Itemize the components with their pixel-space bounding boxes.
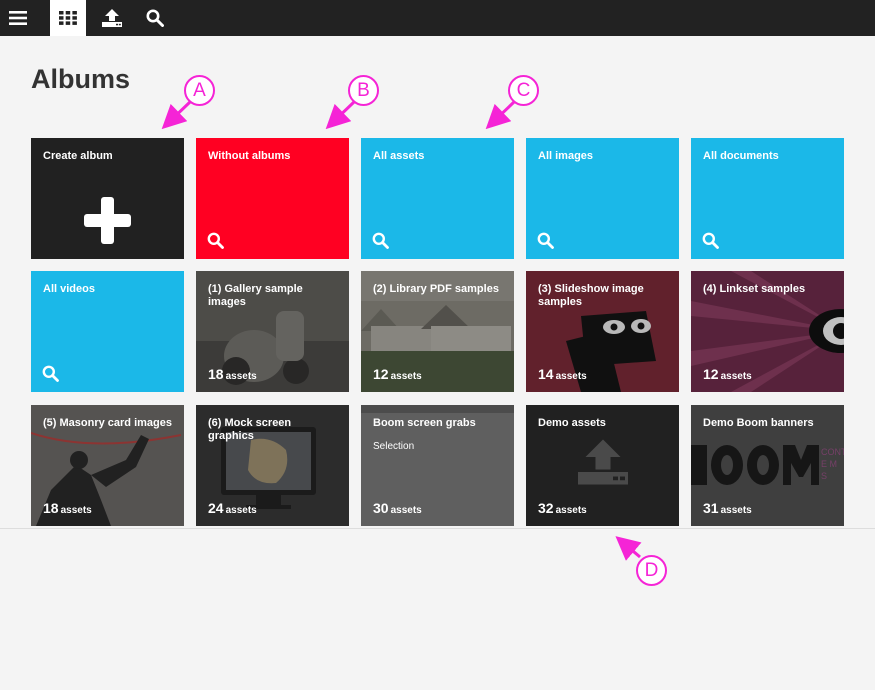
grid-icon: [59, 11, 77, 25]
plus-icon: [84, 197, 131, 244]
page-title: Albums: [31, 64, 131, 94]
tile-title: Boom screen grabs: [373, 417, 476, 429]
callout-arrow-b: [325, 100, 356, 130]
tile-title: All videos: [43, 283, 95, 295]
asset-count: 30 assets: [373, 500, 422, 516]
search-icon: [146, 9, 164, 27]
search-button[interactable]: [137, 0, 173, 36]
callout-arrow-c: [485, 100, 516, 130]
callout-d: D: [636, 555, 667, 586]
menu-button[interactable]: [0, 0, 36, 36]
asset-count: 31 assets: [703, 500, 752, 516]
all-videos-tile[interactable]: All videos: [31, 271, 184, 392]
tile-title: (2) Library PDF samples: [373, 283, 499, 295]
asset-count: 32 assets: [538, 500, 587, 516]
asset-count: 18 assets: [43, 500, 92, 516]
create-album-tile[interactable]: Create album: [31, 138, 184, 259]
search-icon: [372, 232, 389, 249]
all-documents-tile[interactable]: All documents: [691, 138, 844, 259]
album-tile-linkset-samples[interactable]: (4) Linkset samples 12 assets: [691, 271, 844, 392]
asset-count: 18 assets: [208, 366, 257, 382]
album-tile-demo-boom-banners[interactable]: CONT E M S Demo Boom banners 31 assets: [691, 405, 844, 526]
upload-icon: [102, 9, 122, 27]
callout-a: A: [184, 75, 215, 106]
menu-icon: [9, 11, 27, 25]
tile-title: (1) Gallery sample images: [208, 283, 303, 308]
upload-icon: [578, 439, 628, 485]
tile-title: (5) Masonry card images: [43, 417, 172, 429]
asset-count: 12 assets: [703, 366, 752, 382]
callout-arrow-d: [615, 536, 642, 561]
album-tile-masonry-card-images[interactable]: (5) Masonry card images 18 assets: [31, 405, 184, 526]
tile-title: All assets: [373, 150, 425, 162]
asset-count: 14 assets: [538, 366, 587, 382]
album-tile-slideshow-image-samples[interactable]: (3) Slideshow image samples 14 assets: [526, 271, 679, 392]
asset-count: 24 assets: [208, 500, 257, 516]
album-tile-library-pdf-samples[interactable]: (2) Library PDF samples 12 assets: [361, 271, 514, 392]
search-icon: [207, 232, 224, 249]
without-albums-tile[interactable]: Without albums: [196, 138, 349, 259]
content-divider: [0, 528, 875, 529]
tile-title: (6) Mock screen graphics: [208, 417, 292, 442]
tile-subtitle: Selection: [373, 441, 415, 452]
search-icon: [42, 365, 59, 382]
top-toolbar: [0, 0, 875, 36]
callout-b: B: [348, 75, 379, 106]
all-assets-tile[interactable]: All assets: [361, 138, 514, 259]
tile-title: Create album: [43, 150, 113, 162]
search-icon: [537, 232, 554, 249]
album-tile-mock-screen-graphics[interactable]: (6) Mock screen graphics 24 assets: [196, 405, 349, 526]
tile-title: Demo Boom banners: [703, 417, 814, 429]
asset-count: 12 assets: [373, 366, 422, 382]
tile-title: (3) Slideshow image samples: [538, 283, 644, 308]
album-tile-demo-assets[interactable]: Demo assets 32 assets: [526, 405, 679, 526]
callout-c: C: [508, 75, 539, 106]
upload-button[interactable]: [94, 0, 130, 36]
tile-title: All images: [538, 150, 594, 162]
tile-title: Without albums: [208, 150, 291, 162]
album-tile-gallery-sample-images[interactable]: (1) Gallery sample images 18 assets: [196, 271, 349, 392]
tile-title: (4) Linkset samples: [703, 283, 806, 295]
tile-title: Demo assets: [538, 417, 606, 429]
album-tile-boom-screen-grabs[interactable]: Boom screen grabs Selection 30 assets: [361, 405, 514, 526]
callout-arrow-a: [161, 100, 192, 130]
all-images-tile[interactable]: All images: [526, 138, 679, 259]
search-icon: [702, 232, 719, 249]
tile-title: All documents: [703, 150, 779, 162]
grid-view-button[interactable]: [50, 0, 86, 36]
